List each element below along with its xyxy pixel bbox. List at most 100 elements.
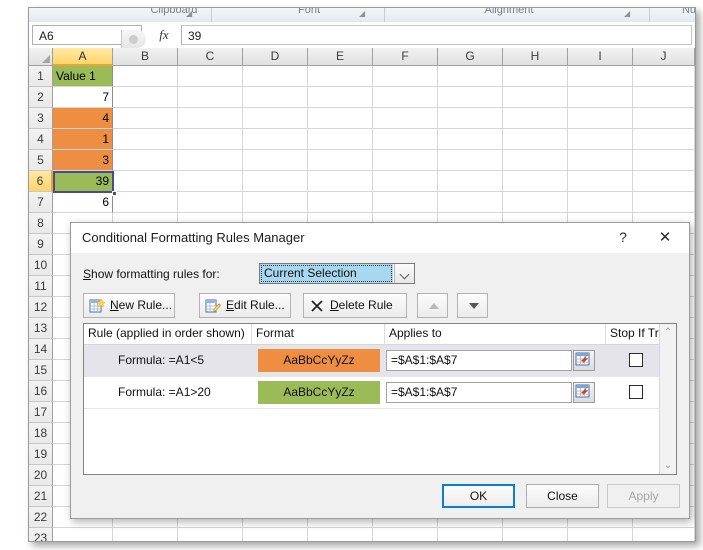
grid-cell-A5[interactable]: 3 <box>53 150 113 171</box>
grid-cell[interactable] <box>113 108 178 129</box>
grid-cell[interactable] <box>308 129 373 150</box>
grid-cell[interactable] <box>308 87 373 108</box>
grid-cell[interactable] <box>568 66 633 87</box>
stop-if-true-checkbox[interactable] <box>629 353 643 367</box>
grid-cell[interactable] <box>178 129 243 150</box>
grid-cell[interactable] <box>178 108 243 129</box>
grid-cell[interactable] <box>633 171 695 192</box>
grid-cell[interactable] <box>438 150 503 171</box>
grid-cell[interactable] <box>633 150 695 171</box>
column-header-I[interactable]: I <box>568 48 633 66</box>
grid-cell[interactable] <box>633 192 695 213</box>
edit-rule-button[interactable]: Edit Rule... <box>199 293 291 318</box>
rule-format-preview[interactable]: AaBbCcYyZz <box>258 349 380 372</box>
scroll-up-icon[interactable]: ⌃ <box>660 324 676 341</box>
grid-cell[interactable] <box>438 66 503 87</box>
grid-cell[interactable] <box>438 192 503 213</box>
row-header-21[interactable]: 21 <box>29 486 53 507</box>
formula-input[interactable]: 39 <box>181 25 692 45</box>
grid-cell[interactable] <box>113 87 178 108</box>
rule-row[interactable]: Formula: =A1<5 AaBbCcYyZz =$A$1:$A$7 <box>84 345 676 377</box>
grid-cell[interactable] <box>633 108 695 129</box>
grid-cell[interactable] <box>178 171 243 192</box>
grid-cell[interactable] <box>308 171 373 192</box>
rules-list-scrollbar[interactable]: ⌃ ⌄ <box>659 324 676 474</box>
delete-rule-button[interactable]: Delete Rule <box>303 293 407 318</box>
grid-cell[interactable] <box>503 66 568 87</box>
move-rule-up-button[interactable] <box>417 293 448 318</box>
grid-cell[interactable] <box>113 150 178 171</box>
grid-cell[interactable] <box>503 108 568 129</box>
move-rule-down-button[interactable] <box>457 293 488 318</box>
rules-column-header[interactable]: Format <box>252 324 385 344</box>
grid-cell[interactable] <box>633 66 695 87</box>
stop-if-true-checkbox[interactable] <box>629 385 643 399</box>
column-header-J[interactable]: J <box>633 48 695 66</box>
grid-cell[interactable] <box>503 192 568 213</box>
grid-cell[interactable] <box>503 528 568 541</box>
close-icon[interactable]: ✕ <box>645 223 685 252</box>
column-header-G[interactable]: G <box>438 48 503 66</box>
row-header-19[interactable]: 19 <box>29 444 53 465</box>
row-header-9[interactable]: 9 <box>29 234 53 255</box>
select-all-corner[interactable] <box>29 48 53 66</box>
grid-cell[interactable] <box>438 87 503 108</box>
grid-cell[interactable] <box>308 192 373 213</box>
ok-button[interactable]: OK <box>442 484 515 508</box>
grid-cell[interactable] <box>243 87 308 108</box>
name-box[interactable]: A6 <box>32 25 146 48</box>
close-button[interactable]: Close <box>526 484 599 508</box>
grid-cell[interactable] <box>243 66 308 87</box>
column-header-D[interactable]: D <box>243 48 308 66</box>
scroll-down-icon[interactable]: ⌄ <box>660 457 676 474</box>
grid-cell[interactable] <box>438 129 503 150</box>
range-selector-icon[interactable] <box>573 350 595 371</box>
grid-cell[interactable] <box>568 150 633 171</box>
grid-cell-A1[interactable]: Value 1 <box>53 66 113 87</box>
column-header-C[interactable]: C <box>178 48 243 66</box>
grid-cell-A4[interactable]: 1 <box>53 129 113 150</box>
grid-cell[interactable] <box>633 87 695 108</box>
grid-cell[interactable] <box>113 129 178 150</box>
grid-cell[interactable] <box>503 171 568 192</box>
grid-cell[interactable] <box>243 528 308 541</box>
applies-to-input[interactable]: =$A$1:$A$7 <box>386 350 572 371</box>
grid-cell[interactable] <box>633 129 695 150</box>
row-header-22[interactable]: 22 <box>29 507 53 528</box>
grid-cell[interactable] <box>568 87 633 108</box>
row-header-3[interactable]: 3 <box>29 108 53 129</box>
chevron-down-icon[interactable] <box>394 264 414 283</box>
rules-column-header[interactable]: Applies to <box>385 324 606 344</box>
name-box-dropdown-icon[interactable] <box>121 30 146 48</box>
grid-cell[interactable] <box>373 192 438 213</box>
grid-cell-A3[interactable]: 4 <box>53 108 113 129</box>
grid-cell[interactable] <box>243 171 308 192</box>
row-header-12[interactable]: 12 <box>29 297 53 318</box>
grid-cell[interactable] <box>243 129 308 150</box>
scope-select[interactable]: Current Selection <box>259 263 415 284</box>
applies-to-input[interactable]: =$A$1:$A$7 <box>386 382 572 403</box>
grid-cell[interactable] <box>53 528 113 541</box>
grid-cell[interactable] <box>178 528 243 541</box>
row-header-2[interactable]: 2 <box>29 87 53 108</box>
rules-list[interactable]: Rule (applied in order shown) Format Appli… <box>83 323 677 475</box>
clipboard-dialog-launcher-icon[interactable]: ◢ <box>186 9 195 18</box>
rule-row[interactable]: Formula: =A1>20 AaBbCcYyZz =$A$1:$A$7 <box>84 377 676 409</box>
column-header-A[interactable]: A <box>53 48 113 66</box>
column-header-E[interactable]: E <box>308 48 373 66</box>
rule-format-preview[interactable]: AaBbCcYyZz <box>258 381 380 404</box>
grid-cell-A6[interactable]: 39 <box>53 171 113 192</box>
row-header-23[interactable]: 23 <box>29 528 53 541</box>
help-icon[interactable]: ? <box>603 223 643 252</box>
rules-column-header[interactable]: Rule (applied in order shown) <box>84 324 252 344</box>
row-header-1[interactable]: 1 <box>29 66 53 87</box>
alignment-dialog-launcher-icon[interactable]: ◢ <box>624 9 633 18</box>
row-header-18[interactable]: 18 <box>29 423 53 444</box>
grid-cell[interactable] <box>308 150 373 171</box>
row-header-4[interactable]: 4 <box>29 129 53 150</box>
grid-cell[interactable] <box>373 150 438 171</box>
column-header-F[interactable]: F <box>373 48 438 66</box>
grid-cell[interactable] <box>113 192 178 213</box>
grid-cell[interactable] <box>503 150 568 171</box>
new-rule-button[interactable]: New Rule... <box>83 293 175 318</box>
